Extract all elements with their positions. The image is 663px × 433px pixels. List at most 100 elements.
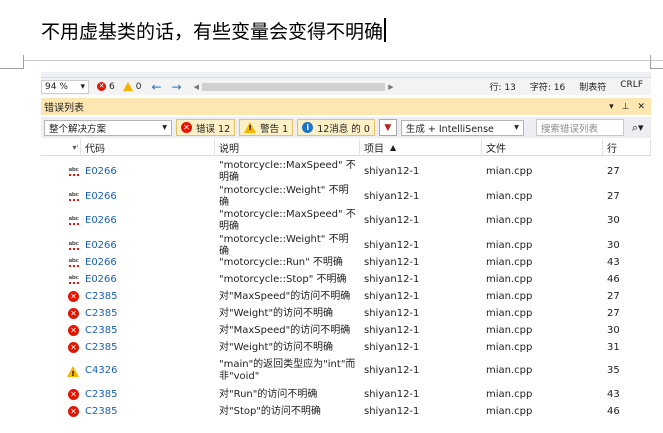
error-file: mian.cpp [486,365,533,376]
error-code-link[interactable]: C2385 [81,406,215,418]
warnings-filter-label: 警告 1 [260,123,289,135]
error-code-link[interactable]: C2385 [81,325,215,337]
table-row[interactable]: ✕ C2385 对"Run"的访问不明确 shiyan12-1 mian.cpp 43 [41,386,651,403]
error-file: mian.cpp [486,273,533,285]
column-header-file[interactable]: 文件 [482,138,603,156]
column-header-line[interactable]: 行 [603,138,651,156]
error-code-link[interactable]: C2385 [81,389,215,401]
error-project: shiyan12-1 [364,405,420,417]
column-header-code[interactable]: 代码 [81,138,215,156]
error-project: shiyan12-1 [364,324,420,336]
zoom-dropdown[interactable]: 94 % ▾ [41,79,89,94]
messages-filter-button[interactable]: i 12消息 的 0 [297,119,375,136]
line-ending[interactable]: CRLF [620,80,643,93]
zoom-level: 94 % [45,81,68,92]
error-list-toolbar: 整个解决方案 ▾ ✕ 错误 12 ! 警告 1 i 12消息 的 0 ▼ 生成 … [41,117,651,138]
table-row[interactable]: abc E0266 "motorcycle::Weight" 不明确 shiyan12… [41,234,651,257]
error-project: shiyan12-1 [364,388,420,400]
error-file: mian.cpp [486,239,533,251]
build-filter-dropdown[interactable]: 生成 + IntelliSense ▾ [400,119,524,136]
column-header-description[interactable]: 说明 [215,138,360,156]
error-description: 对"Stop"的访问不明确 [219,405,321,417]
document-text: 不用虚基类的话，有些变量会变得不明确 [41,20,384,43]
crop-mark-left [0,55,24,69]
table-row[interactable]: ✕ C2385 对"MaxSpeed"的访问不明确 shiyan12-1 mian.cp… [41,322,651,339]
error-line: 27 [607,190,620,202]
pin-icon[interactable]: ⊥ [622,102,630,112]
error-code-link[interactable]: E0266 [81,215,215,227]
column-header-project-label: 项目 [364,143,384,155]
error-icon: ✕ [68,291,79,302]
warning-count: 0 [135,81,142,92]
table-body: abc E0266 "motorcycle::MaxSpeed" 不明确 shiyan… [41,156,651,420]
error-icon: ✕ [68,342,79,353]
sort-indicator-header[interactable]: ▾ᴵ [41,138,81,156]
warnings-filter-button[interactable]: ! 警告 1 [239,119,294,136]
table-row[interactable]: ✕ C2385 对"MaxSpeed"的访问不明确 shiyan12-1 mian.cp… [41,288,651,305]
search-input[interactable]: 搜索错误列表 [535,119,624,136]
filter-icon[interactable]: ▼ [378,119,397,136]
scroll-right-icon[interactable]: ▶ [388,83,393,91]
error-file: mian.cpp [486,405,533,417]
error-line: 35 [607,365,620,376]
sort-ascending-icon: ▲ [390,142,397,152]
table-row[interactable]: ✕ C2385 对"Weight"的访问不明确 shiyan12-1 mian.cpp 2… [41,305,651,322]
table-row[interactable]: abc E0266 "motorcycle::MaxSpeed" 不明确 shiyan… [41,156,651,188]
scope-dropdown[interactable]: 整个解决方案 ▾ [44,119,172,136]
table-header: ▾ᴵ 代码 说明 项目 ▲ 文件 行 [41,138,651,156]
error-project: shiyan12-1 [364,290,420,302]
table-row[interactable]: abc E0266 "motorcycle::MaxSpeed" 不明确 shiyan… [41,205,651,237]
error-code-link[interactable]: E0266 [81,257,215,269]
table-row[interactable]: abc E0266 "motorcycle::Run" 不明确 shiyan12-1 m… [41,254,651,271]
error-file: mian.cpp [486,215,533,226]
navigate-back-icon[interactable]: ← [151,80,161,94]
error-project: shiyan12-1 [364,273,420,285]
error-icon: ✕ [68,406,79,417]
error-file: mian.cpp [486,324,533,336]
error-icon: ✕ [181,122,192,133]
error-description: "motorcycle::Stop" 不明确 [219,273,347,285]
table-row[interactable]: ✕ C2385 对"Stop"的访问不明确 shiyan12-1 mian.cpp 46 [41,403,651,420]
crop-mark-right [650,55,663,69]
error-line: 27 [607,307,620,319]
chevron-down-icon: ▾ [80,81,85,92]
info-icon: i [302,122,314,133]
error-code-link[interactable]: E0266 [81,166,215,178]
close-icon[interactable]: ✕ [637,102,645,112]
table-row[interactable]: ✕ C2385 对"Weight"的访问不明确 shiyan12-1 mian.cpp 3… [41,339,651,356]
panel-title: 错误列表 [44,103,84,114]
window-menu-icon[interactable]: ▾ [609,102,614,112]
error-code-link[interactable]: C2385 [81,308,215,320]
warning-icon: ! [244,122,257,133]
error-code-link[interactable]: E0266 [81,191,215,203]
table-row[interactable]: abc E0266 "motorcycle::Stop" 不明确 shiyan12-1… [41,271,651,288]
search-icon[interactable]: ⌕▾ [632,121,644,135]
scroll-left-icon[interactable]: ◀ [194,83,199,91]
error-file: mian.cpp [486,190,533,202]
document-text-line[interactable]: 不用虚基类的话，有些变量会变得不明确 [41,14,387,46]
error-line: 31 [607,341,620,353]
warning-count-indicator[interactable]: 0 [122,81,142,92]
error-description: "motorcycle::MaxSpeed" 不明确 [219,160,356,183]
error-code-link[interactable]: E0266 [81,274,215,286]
error-file: mian.cpp [486,256,533,268]
tab-mode[interactable]: 制表符 [579,80,606,93]
error-code-link[interactable]: C2385 [81,342,215,354]
navigate-forward-icon[interactable]: → [172,80,182,94]
error-description: "main"的返回类型应为"int"而非"void" [219,359,356,382]
table-row[interactable]: ! C4326 "main"的返回类型应为"int"而非"void" shiyan12… [41,356,651,386]
error-code-link[interactable]: E0266 [81,240,215,252]
chevron-down-icon: ▾ [514,122,519,133]
error-line: 30 [607,215,620,226]
table-row[interactable]: abc E0266 "motorcycle::Weight" 不明确 shiyan12… [41,185,651,208]
error-file: mian.cpp [486,166,533,177]
column-header-project[interactable]: 项目 ▲ [360,138,482,156]
horizontal-scrollbar[interactable]: ◀ ▶ [194,81,394,93]
error-count-indicator[interactable]: ✕ 6 [97,82,115,92]
error-line: 43 [607,388,620,400]
error-code-link[interactable]: C4326 [81,365,215,377]
errors-filter-button[interactable]: ✕ 错误 12 [176,119,236,136]
scroll-thumb[interactable] [201,82,386,91]
page-divider [24,60,663,61]
error-code-link[interactable]: C2385 [81,291,215,303]
